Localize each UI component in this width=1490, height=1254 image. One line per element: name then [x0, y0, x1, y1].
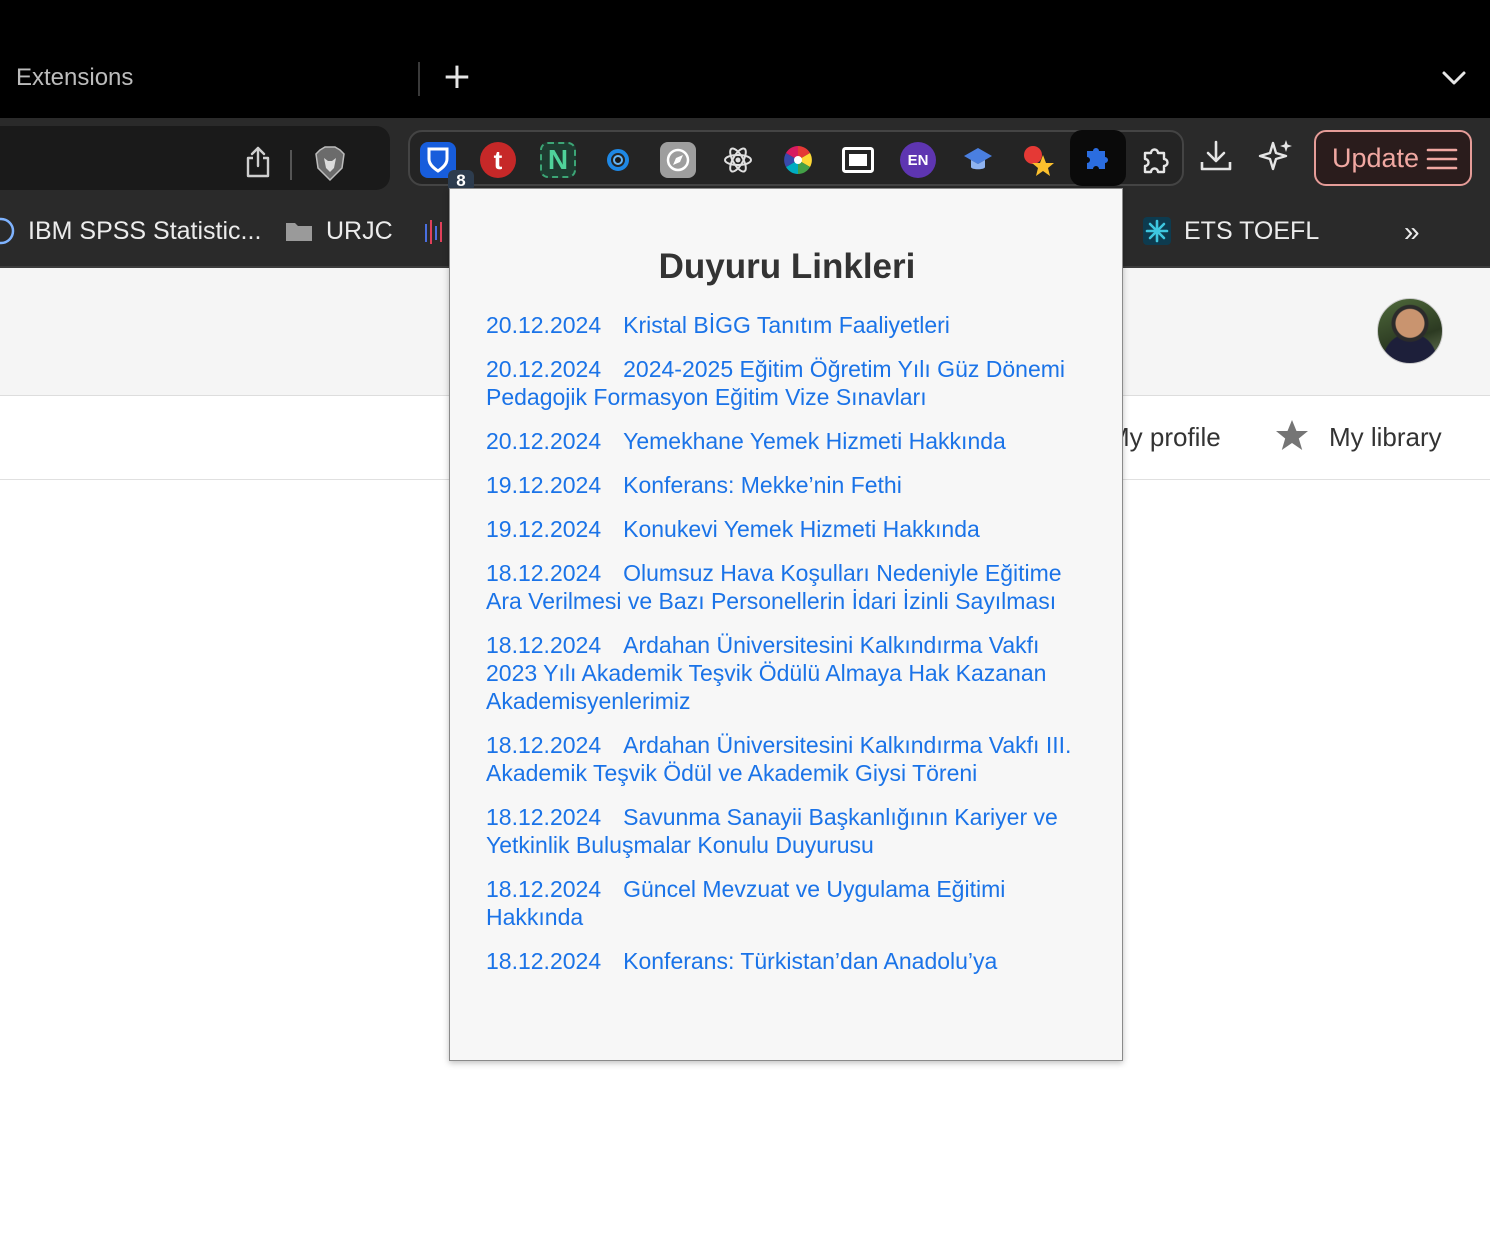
atom-icon: [724, 147, 752, 173]
waveform-icon: [425, 220, 442, 244]
announcement-date: 18.12.2024: [486, 632, 602, 658]
notion-n-extension-icon[interactable]: N: [540, 142, 576, 178]
announcement-link[interactable]: 19.12.2024 Konukevi Yemek Hizmeti Hakkınd…: [486, 515, 1086, 543]
react-devtools-icon[interactable]: [720, 142, 756, 178]
extension-popup: Duyuru Linkleri 20.12.2024 Kristal BİGG T…: [449, 188, 1123, 1061]
language-en-extension-icon[interactable]: EN: [900, 142, 936, 178]
chevron-down-icon[interactable]: [1440, 66, 1468, 90]
announcement-list[interactable]: 20.12.2024 Kristal BİGG Tanıtım Faaliyetl…: [486, 311, 1086, 1015]
bookmark-waveform[interactable]: [422, 216, 452, 246]
announcement-title: Konferans: Türkistan’dan Anadolu’ya: [623, 948, 998, 974]
puzzle-icon: [1087, 148, 1108, 169]
leo-ai-sparkle-icon[interactable]: [1258, 138, 1294, 174]
announcement-date: 18.12.2024: [486, 560, 602, 586]
ring-icon: [607, 149, 629, 171]
announcement-title: Konukevi Yemek Hizmeti Hakkında: [623, 516, 980, 542]
bookmark-folder-urjc[interactable]: URJC: [284, 216, 393, 246]
update-button[interactable]: Update: [1314, 130, 1472, 186]
address-bar-separator: [290, 150, 292, 180]
announcement-link[interactable]: 19.12.2024 Konferans: Mekke’nin Fethi: [486, 471, 1086, 499]
extensions-menu-icon[interactable]: [1138, 142, 1174, 178]
new-tab-button[interactable]: +: [440, 59, 474, 96]
bookmark-label: URJC: [326, 216, 393, 245]
pip-icon: [842, 147, 874, 173]
tab-extensions[interactable]: Extensions: [16, 64, 133, 92]
star-extension-icon[interactable]: [1020, 142, 1056, 178]
bitwarden-extension-icon[interactable]: 8: [420, 142, 474, 192]
announcement-date: 18.12.2024: [486, 948, 602, 974]
extensions-bar: 8 t N EN: [408, 130, 1184, 192]
avatar[interactable]: [1377, 298, 1443, 364]
announcement-date: 19.12.2024: [486, 516, 602, 542]
bookmark-ets-toefl[interactable]: ETS TOEFL: [1142, 216, 1319, 246]
announcement-link[interactable]: 18.12.2024 Güncel Mevzuat ve Uygulama Eği…: [486, 875, 1086, 931]
announcement-link[interactable]: 20.12.2024 2024-2025 Eğitim Öğretim Yılı …: [486, 355, 1086, 411]
bookmarks-overflow-button[interactable]: »: [1404, 216, 1420, 248]
graduation-cap-icon: [964, 148, 992, 170]
announcement-date: 20.12.2024: [486, 356, 602, 382]
color-wheel-icon: [784, 146, 812, 174]
star-badge-icon: [1024, 146, 1054, 176]
announcement-date: 19.12.2024: [486, 472, 602, 498]
folder-icon: [286, 223, 312, 241]
popup-title: Duyuru Linkleri: [658, 247, 916, 286]
announcement-date: 18.12.2024: [486, 876, 602, 902]
announcement-title: Konferans: Mekke’nin Fethi: [623, 472, 902, 498]
color-wheel-extension-icon[interactable]: [780, 142, 816, 178]
circle-extension-icon[interactable]: [600, 142, 636, 178]
announcement-date: 18.12.2024: [486, 804, 602, 830]
brave-shields-icon[interactable]: [314, 146, 346, 182]
announcement-date: 18.12.2024: [486, 732, 602, 758]
globe-icon: [0, 217, 15, 245]
nav-my-library[interactable]: My library: [1329, 422, 1442, 453]
compass-extension-icon[interactable]: [660, 142, 696, 178]
picture-in-picture-icon[interactable]: [840, 142, 876, 178]
bookmark-ibm-spss[interactable]: IBM SPSS Statistic...: [0, 216, 261, 246]
browser-window: Extensions + 8 t N EN Update IBM SPSS St…: [0, 0, 1490, 1254]
puzzle-extension-active-icon[interactable]: [1070, 130, 1126, 186]
announcement-date: 20.12.2024: [486, 428, 602, 454]
nav-my-profile[interactable]: My profile: [1108, 422, 1221, 453]
hamburger-menu-icon: [1426, 148, 1458, 170]
tab-separator: [418, 62, 420, 96]
announcement-title: Yemekhane Yemek Hizmeti Hakkında: [623, 428, 1006, 454]
bookmark-label: ETS TOEFL: [1184, 216, 1320, 245]
puzzle-outline-icon: [1143, 148, 1169, 174]
graduation-cap-extension-icon[interactable]: [960, 142, 996, 178]
share-icon[interactable]: [244, 146, 272, 178]
ets-logo-icon: [1143, 217, 1171, 245]
star-icon: [1276, 420, 1308, 450]
download-icon[interactable]: [1198, 138, 1234, 174]
update-label: Update: [1332, 143, 1420, 173]
announcement-link[interactable]: 18.12.2024 Savunma Sanayii Başkanlığının …: [486, 803, 1086, 859]
tab-strip: Extensions +: [0, 0, 1490, 118]
announcement-date: 20.12.2024: [486, 312, 602, 338]
announcement-link[interactable]: 18.12.2024 Konferans: Türkistan’dan Anado…: [486, 947, 1086, 975]
announcement-link[interactable]: 18.12.2024 Ardahan Üniversitesini Kalkınd…: [486, 731, 1086, 787]
compass-icon: [666, 148, 690, 172]
announcement-link[interactable]: 18.12.2024 Ardahan Üniversitesini Kalkınd…: [486, 631, 1086, 715]
bitwarden-shield-icon: [427, 147, 449, 173]
address-bar[interactable]: [0, 126, 390, 190]
announcement-link[interactable]: 20.12.2024 Yemekhane Yemek Hizmeti Hakkın…: [486, 427, 1086, 455]
bookmark-label: IBM SPSS Statistic...: [28, 216, 262, 245]
announcement-title: Kristal BİGG Tanıtım Faaliyetleri: [623, 312, 950, 338]
announcement-link[interactable]: 18.12.2024 Olumsuz Hava Koşulları Nedeniy…: [486, 559, 1086, 615]
announcement-link[interactable]: 20.12.2024 Kristal BİGG Tanıtım Faaliyetl…: [486, 311, 1086, 339]
toolbar: 8 t N EN Update: [0, 118, 1490, 198]
t-extension-icon[interactable]: t: [480, 142, 516, 178]
